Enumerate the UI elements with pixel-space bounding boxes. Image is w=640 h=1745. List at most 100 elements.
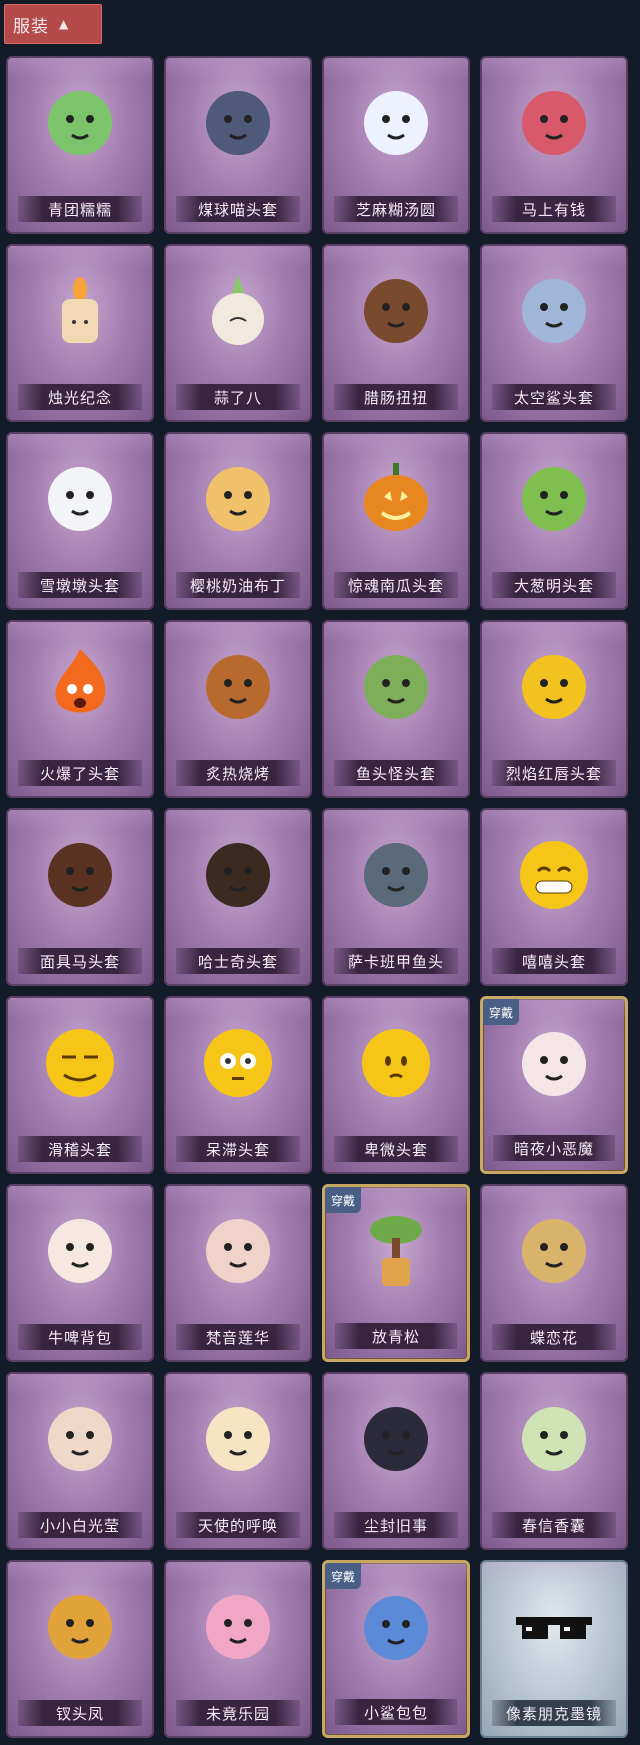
stare-emoji-icon: [192, 1019, 284, 1105]
costume-name: 炙热烧烤: [176, 760, 300, 786]
scallion-icon: [508, 455, 600, 541]
costume-name: 嘻嘻头套: [492, 948, 616, 974]
costume-name: 蝶恋花: [492, 1324, 616, 1350]
costume-card[interactable]: 穿戴放青松: [322, 1184, 470, 1362]
costume-card[interactable]: 蝶恋花: [480, 1184, 628, 1362]
costume-name: 烛光纪念: [18, 384, 142, 410]
costume-card[interactable]: 梵音莲华: [164, 1184, 312, 1362]
costume-name: 像素朋克墨镜: [492, 1700, 616, 1726]
costume-card[interactable]: 哈士奇头套: [164, 808, 312, 986]
costume-card[interactable]: 大葱明头套: [480, 432, 628, 610]
costume-name: 钗头凤: [18, 1700, 142, 1726]
costume-name: 惊魂南瓜头套: [334, 572, 458, 598]
costume-name: 尘封旧事: [334, 1512, 458, 1538]
grin-emoji-icon: [508, 831, 600, 917]
costume-card[interactable]: 天使的呼唤: [164, 1372, 312, 1550]
cat-head-icon: [192, 79, 284, 165]
lotus-figure-icon: [192, 1207, 284, 1293]
costume-card[interactable]: 樱桃奶油布丁: [164, 432, 312, 610]
bbq-toast-icon: [192, 643, 284, 729]
pudding-icon: [192, 455, 284, 541]
equipped-badge: 穿戴: [325, 1563, 361, 1589]
pink-girl-icon: [192, 1583, 284, 1669]
costume-card[interactable]: 鱼头怪头套: [322, 620, 470, 798]
costume-card[interactable]: 惊魂南瓜头套: [322, 432, 470, 610]
costume-name: 春信香囊: [492, 1512, 616, 1538]
costume-name: 火爆了头套: [18, 760, 142, 786]
costume-card[interactable]: 火爆了头套: [6, 620, 154, 798]
shark-bag-icon: [350, 1584, 442, 1670]
costume-card[interactable]: 牛啤背包: [6, 1184, 154, 1362]
costume-card[interactable]: 青团糯糯: [6, 56, 154, 234]
costume-card[interactable]: 太空鲨头套: [480, 244, 628, 422]
costume-card[interactable]: 穿戴暗夜小恶魔: [480, 996, 628, 1174]
costume-card[interactable]: 烛光纪念: [6, 244, 154, 422]
costume-name: 鱼头怪头套: [334, 760, 458, 786]
costume-name: 面具马头套: [18, 948, 142, 974]
costume-card[interactable]: 芝麻糊汤圆: [322, 56, 470, 234]
garlic-icon: [192, 267, 284, 353]
costume-name: 马上有钱: [492, 196, 616, 222]
meek-emoji-icon: [350, 1019, 442, 1105]
horse-mask-icon: [34, 831, 126, 917]
equipped-badge: 穿戴: [483, 999, 519, 1025]
costume-name: 天使的呼唤: [176, 1512, 300, 1538]
pixel-sunglasses-icon: [508, 1583, 600, 1669]
costume-card[interactable]: 呆滞头套: [164, 996, 312, 1174]
costume-grid: 青团糯糯 煤球喵头套 芝麻糊汤圆 马上有钱烛光纪念 蒜了八 腊肠扭扭 太空鲨头套雪墩墩头套 樱…: [6, 56, 632, 1738]
costume-name: 哈士奇头套: [176, 948, 300, 974]
fish-head-icon: [350, 643, 442, 729]
costume-card[interactable]: 嘻嘻头套: [480, 808, 628, 986]
costume-name: 雪墩墩头套: [18, 572, 142, 598]
costume-card[interactable]: 滑稽头套: [6, 996, 154, 1174]
costume-card[interactable]: 未竟乐园: [164, 1560, 312, 1738]
sachet-icon: [508, 1395, 600, 1481]
little-devil-icon: [508, 1020, 600, 1106]
costume-card[interactable]: 面具马头套: [6, 808, 154, 986]
costume-name: 梵音莲华: [176, 1324, 300, 1350]
costume-card[interactable]: 雪墩墩头套: [6, 432, 154, 610]
costume-name: 呆滞头套: [176, 1136, 300, 1162]
costume-card[interactable]: 萨卡班甲鱼头: [322, 808, 470, 986]
costume-name: 大葱明头套: [492, 572, 616, 598]
dachshund-icon: [350, 267, 442, 353]
pine-pot-icon: [350, 1208, 442, 1294]
smirk-emoji-icon: [34, 1019, 126, 1105]
girl-figure-icon: [34, 1395, 126, 1481]
costume-card[interactable]: 煤球喵头套: [164, 56, 312, 234]
costume-name: 放青松: [335, 1323, 457, 1349]
costume-card[interactable]: 卑微头套: [322, 996, 470, 1174]
costume-name: 未竟乐园: [176, 1700, 300, 1726]
costume-card[interactable]: 蒜了八: [164, 244, 312, 422]
fish-face-icon: [350, 831, 442, 917]
equipped-badge: 穿戴: [325, 1187, 361, 1213]
costume-card[interactable]: 马上有钱: [480, 56, 628, 234]
costume-name: 小鲨包包: [335, 1699, 457, 1725]
costume-name: 暗夜小恶魔: [493, 1135, 615, 1161]
costume-section-toggle[interactable]: 服装 ▲: [4, 4, 102, 44]
yellow-bear-icon: [508, 643, 600, 729]
costume-name: 太空鲨头套: [492, 384, 616, 410]
rice-ball-icon: [350, 79, 442, 165]
costume-card[interactable]: 小小白光莹: [6, 1372, 154, 1550]
costume-card[interactable]: 钗头凤: [6, 1560, 154, 1738]
costume-card[interactable]: 炙热烧烤: [164, 620, 312, 798]
costume-card[interactable]: 烈焰红唇头套: [480, 620, 628, 798]
costume-card[interactable]: 穿戴小鲨包包: [322, 1560, 470, 1738]
section-title: 服装: [13, 16, 49, 37]
costume-card[interactable]: 腊肠扭扭: [322, 244, 470, 422]
phoenix-crown-icon: [34, 1583, 126, 1669]
costume-name: 煤球喵头套: [176, 196, 300, 222]
costume-name: 卑微头套: [334, 1136, 458, 1162]
butterfly-ornament-icon: [508, 1207, 600, 1293]
costume-card[interactable]: 春信香囊: [480, 1372, 628, 1550]
costume-name: 烈焰红唇头套: [492, 760, 616, 786]
costume-name: 小小白光莹: [18, 1512, 142, 1538]
costume-card[interactable]: 像素朋克墨镜: [480, 1560, 628, 1738]
cow-beer-icon: [34, 1207, 126, 1293]
candle-icon: [34, 267, 126, 353]
snowman-icon: [34, 455, 126, 541]
costume-name: 芝麻糊汤圆: [334, 196, 458, 222]
costume-name: 萨卡班甲鱼头: [334, 948, 458, 974]
costume-card[interactable]: 尘封旧事: [322, 1372, 470, 1550]
